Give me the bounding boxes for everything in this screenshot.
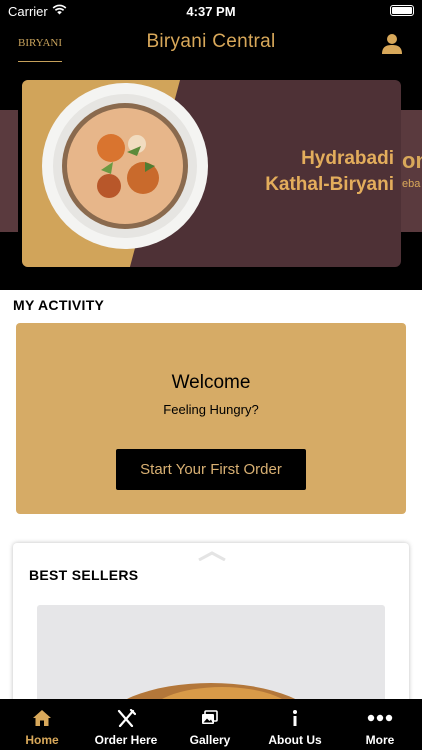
start-first-order-button[interactable]: Start Your First Order bbox=[116, 449, 306, 490]
gallery-icon bbox=[202, 710, 218, 724]
tab-gallery-label: Gallery bbox=[189, 733, 231, 747]
welcome-subtitle: Feeling Hungry? bbox=[163, 402, 259, 417]
welcome-title: Welcome bbox=[171, 372, 251, 393]
tab-order-here-label: Order Here bbox=[94, 733, 158, 747]
info-icon bbox=[293, 710, 297, 726]
welcome-card: Welcome Feeling Hungry? Start Your First… bbox=[16, 323, 406, 514]
tab-order-here[interactable]: Order Here bbox=[84, 699, 168, 750]
page-title: Biryani Central bbox=[146, 31, 276, 52]
user-profile-icon[interactable] bbox=[380, 31, 404, 55]
next-slide-peek[interactable]: on eba bbox=[400, 110, 422, 232]
best-seller-image[interactable] bbox=[37, 605, 385, 713]
app-header: BIRYANI Biryani Central bbox=[0, 22, 422, 66]
battery-icon bbox=[390, 5, 414, 16]
tab-about-us[interactable]: About Us bbox=[252, 699, 338, 750]
banner-dish-name: Hydrabadi Kathal-Biryani bbox=[222, 146, 394, 198]
tab-home[interactable]: Home bbox=[0, 699, 84, 750]
more-icon bbox=[367, 714, 393, 722]
banner-carousel[interactable]: on eba Hydrabadi Kathal-Biryani bbox=[0, 66, 422, 290]
next-slide-subtext: eba bbox=[402, 178, 421, 190]
chevron-up-icon[interactable] bbox=[197, 551, 227, 561]
best-sellers-card[interactable]: BEST SELLERS bbox=[13, 543, 409, 713]
tab-about-us-label: About Us bbox=[268, 733, 322, 747]
tab-gallery[interactable]: Gallery bbox=[168, 699, 252, 750]
prev-slide-peek[interactable] bbox=[0, 110, 18, 232]
banner-line-1: Hydrabadi bbox=[301, 148, 394, 169]
banner-line-2: Kathal-Biryani bbox=[265, 174, 394, 195]
fork-knife-icon bbox=[117, 709, 136, 727]
best-sellers-heading: BEST SELLERS bbox=[29, 567, 139, 583]
bottom-tab-bar: Home Order Here Gallery About Us More bbox=[0, 699, 422, 750]
status-bar: Carrier 4:37 PM bbox=[0, 0, 422, 22]
tab-more[interactable]: More bbox=[338, 699, 422, 750]
home-icon bbox=[33, 710, 51, 726]
biryani-plate-image bbox=[42, 83, 208, 249]
next-slide-text: on bbox=[402, 148, 422, 173]
tab-home-label: Home bbox=[25, 733, 59, 747]
tab-more-label: More bbox=[365, 733, 395, 747]
clock: 4:37 PM bbox=[186, 4, 236, 19]
my-activity-heading: MY ACTIVITY bbox=[13, 297, 105, 313]
